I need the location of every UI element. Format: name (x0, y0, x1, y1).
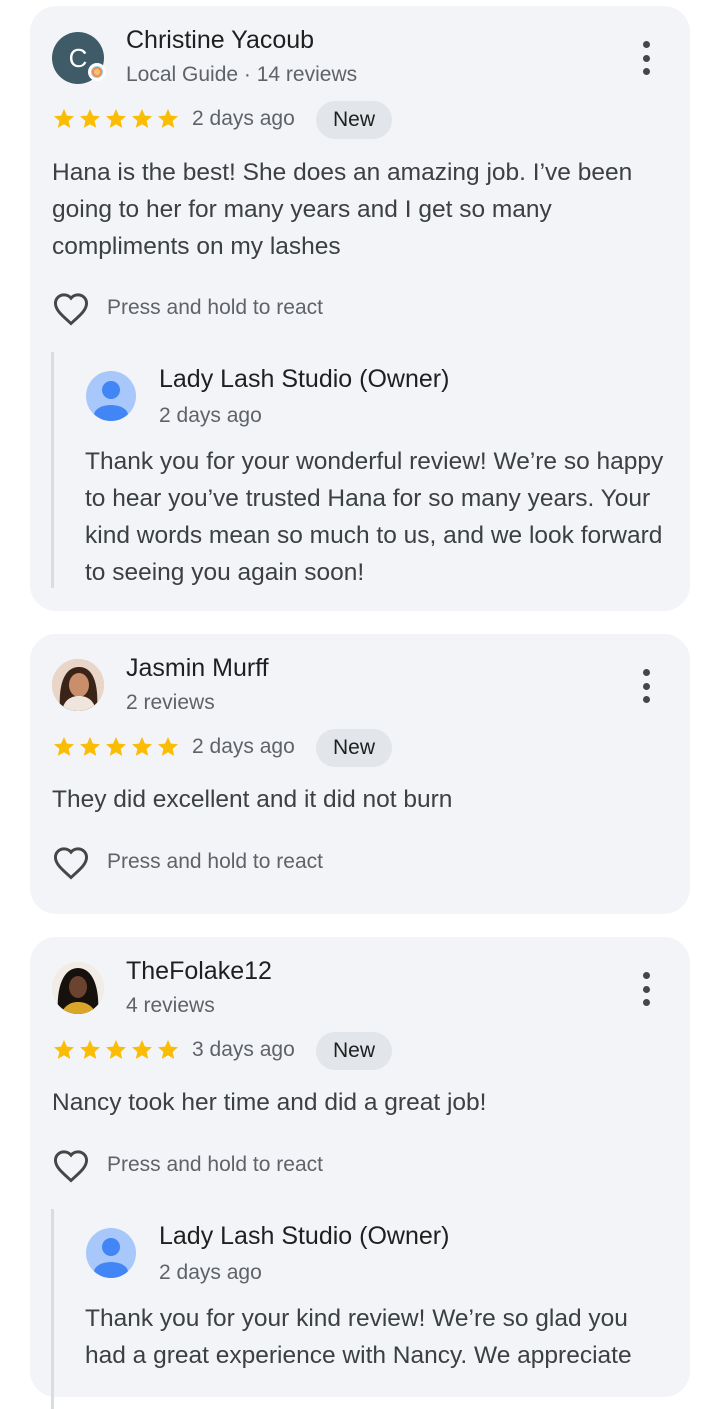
reviewer-name[interactable]: Jasmin Murff (126, 654, 269, 683)
star-icon (106, 1040, 126, 1059)
owner-name: Lady Lash Studio (Owner) (159, 1222, 450, 1250)
owner-avatar (86, 1228, 136, 1278)
review-card: TheFolake12 4 reviews 3 days ago New Nan… (30, 937, 690, 1409)
reviewer-meta: Local Guide · 14 reviews (126, 63, 358, 86)
reply-date: 2 days ago (159, 404, 262, 427)
new-badge: New (316, 729, 393, 767)
more-options-icon[interactable] (636, 972, 656, 1006)
react-hint: Press and hold to react (107, 296, 323, 319)
star-rating (52, 735, 180, 761)
owner-reply: Lady Lash Studio (Owner) 2 days ago Than… (51, 1209, 674, 1409)
review-text: Nancy took her time and did a great job! (52, 1089, 487, 1116)
review-date: 2 days ago (192, 735, 295, 758)
owner-name: Lady Lash Studio (Owner) (159, 365, 450, 393)
star-icon (80, 109, 100, 128)
star-icon (132, 1040, 152, 1059)
heart-outline-icon[interactable] (51, 290, 91, 326)
new-badge: New (316, 1032, 393, 1070)
review-card: Jasmin Murff 2 reviews 2 days ago New Th… (30, 634, 690, 914)
heart-outline-icon[interactable] (51, 1147, 91, 1183)
star-icon (54, 109, 74, 128)
reviewer-meta: 4 reviews (126, 994, 215, 1017)
star-icon (80, 737, 100, 756)
more-options-icon[interactable] (636, 669, 656, 703)
star-icon (158, 737, 178, 756)
star-rating (52, 1038, 180, 1064)
reply-text: Thank you for your wonderful review! We’… (85, 448, 664, 586)
local-guide-badge-icon (88, 63, 106, 81)
person-icon (94, 381, 128, 421)
review-text: They did excellent and it did not burn (52, 786, 453, 813)
review-date: 2 days ago (192, 107, 295, 130)
heart-outline-icon[interactable] (51, 844, 91, 880)
review-date: 3 days ago (192, 1038, 295, 1061)
star-icon (158, 1040, 178, 1059)
reviewer-name[interactable]: Christine Yacoub (126, 26, 314, 55)
reviewer-meta: 2 reviews (126, 691, 215, 714)
star-icon (54, 1040, 74, 1059)
avatar-letter: C (68, 42, 88, 73)
star-icon (80, 1040, 100, 1059)
star-icon (54, 737, 74, 756)
avatar[interactable] (52, 962, 104, 1014)
person-icon (94, 1238, 128, 1278)
owner-avatar (86, 371, 136, 421)
avatar-photo (52, 659, 104, 711)
star-rating (52, 107, 180, 133)
review-text: Hana is the best! She does an amazing jo… (52, 159, 633, 260)
reply-text: Thank you for your kind review! We’re so… (85, 1305, 632, 1369)
avatar-photo (52, 962, 104, 1014)
avatar[interactable] (52, 659, 104, 711)
new-badge: New (316, 101, 393, 139)
star-icon (132, 737, 152, 756)
more-options-icon[interactable] (636, 41, 656, 75)
owner-reply: Lady Lash Studio (Owner) 2 days ago Than… (51, 352, 674, 588)
star-icon (106, 109, 126, 128)
reply-date: 2 days ago (159, 1261, 262, 1284)
reviewer-name[interactable]: TheFolake12 (126, 957, 272, 986)
star-icon (132, 109, 152, 128)
review-card: C Christine Yacoub Local Guide · 14 revi… (30, 6, 690, 611)
star-icon (106, 737, 126, 756)
star-icon (158, 109, 178, 128)
react-hint: Press and hold to react (107, 850, 323, 873)
react-hint: Press and hold to react (107, 1153, 323, 1176)
